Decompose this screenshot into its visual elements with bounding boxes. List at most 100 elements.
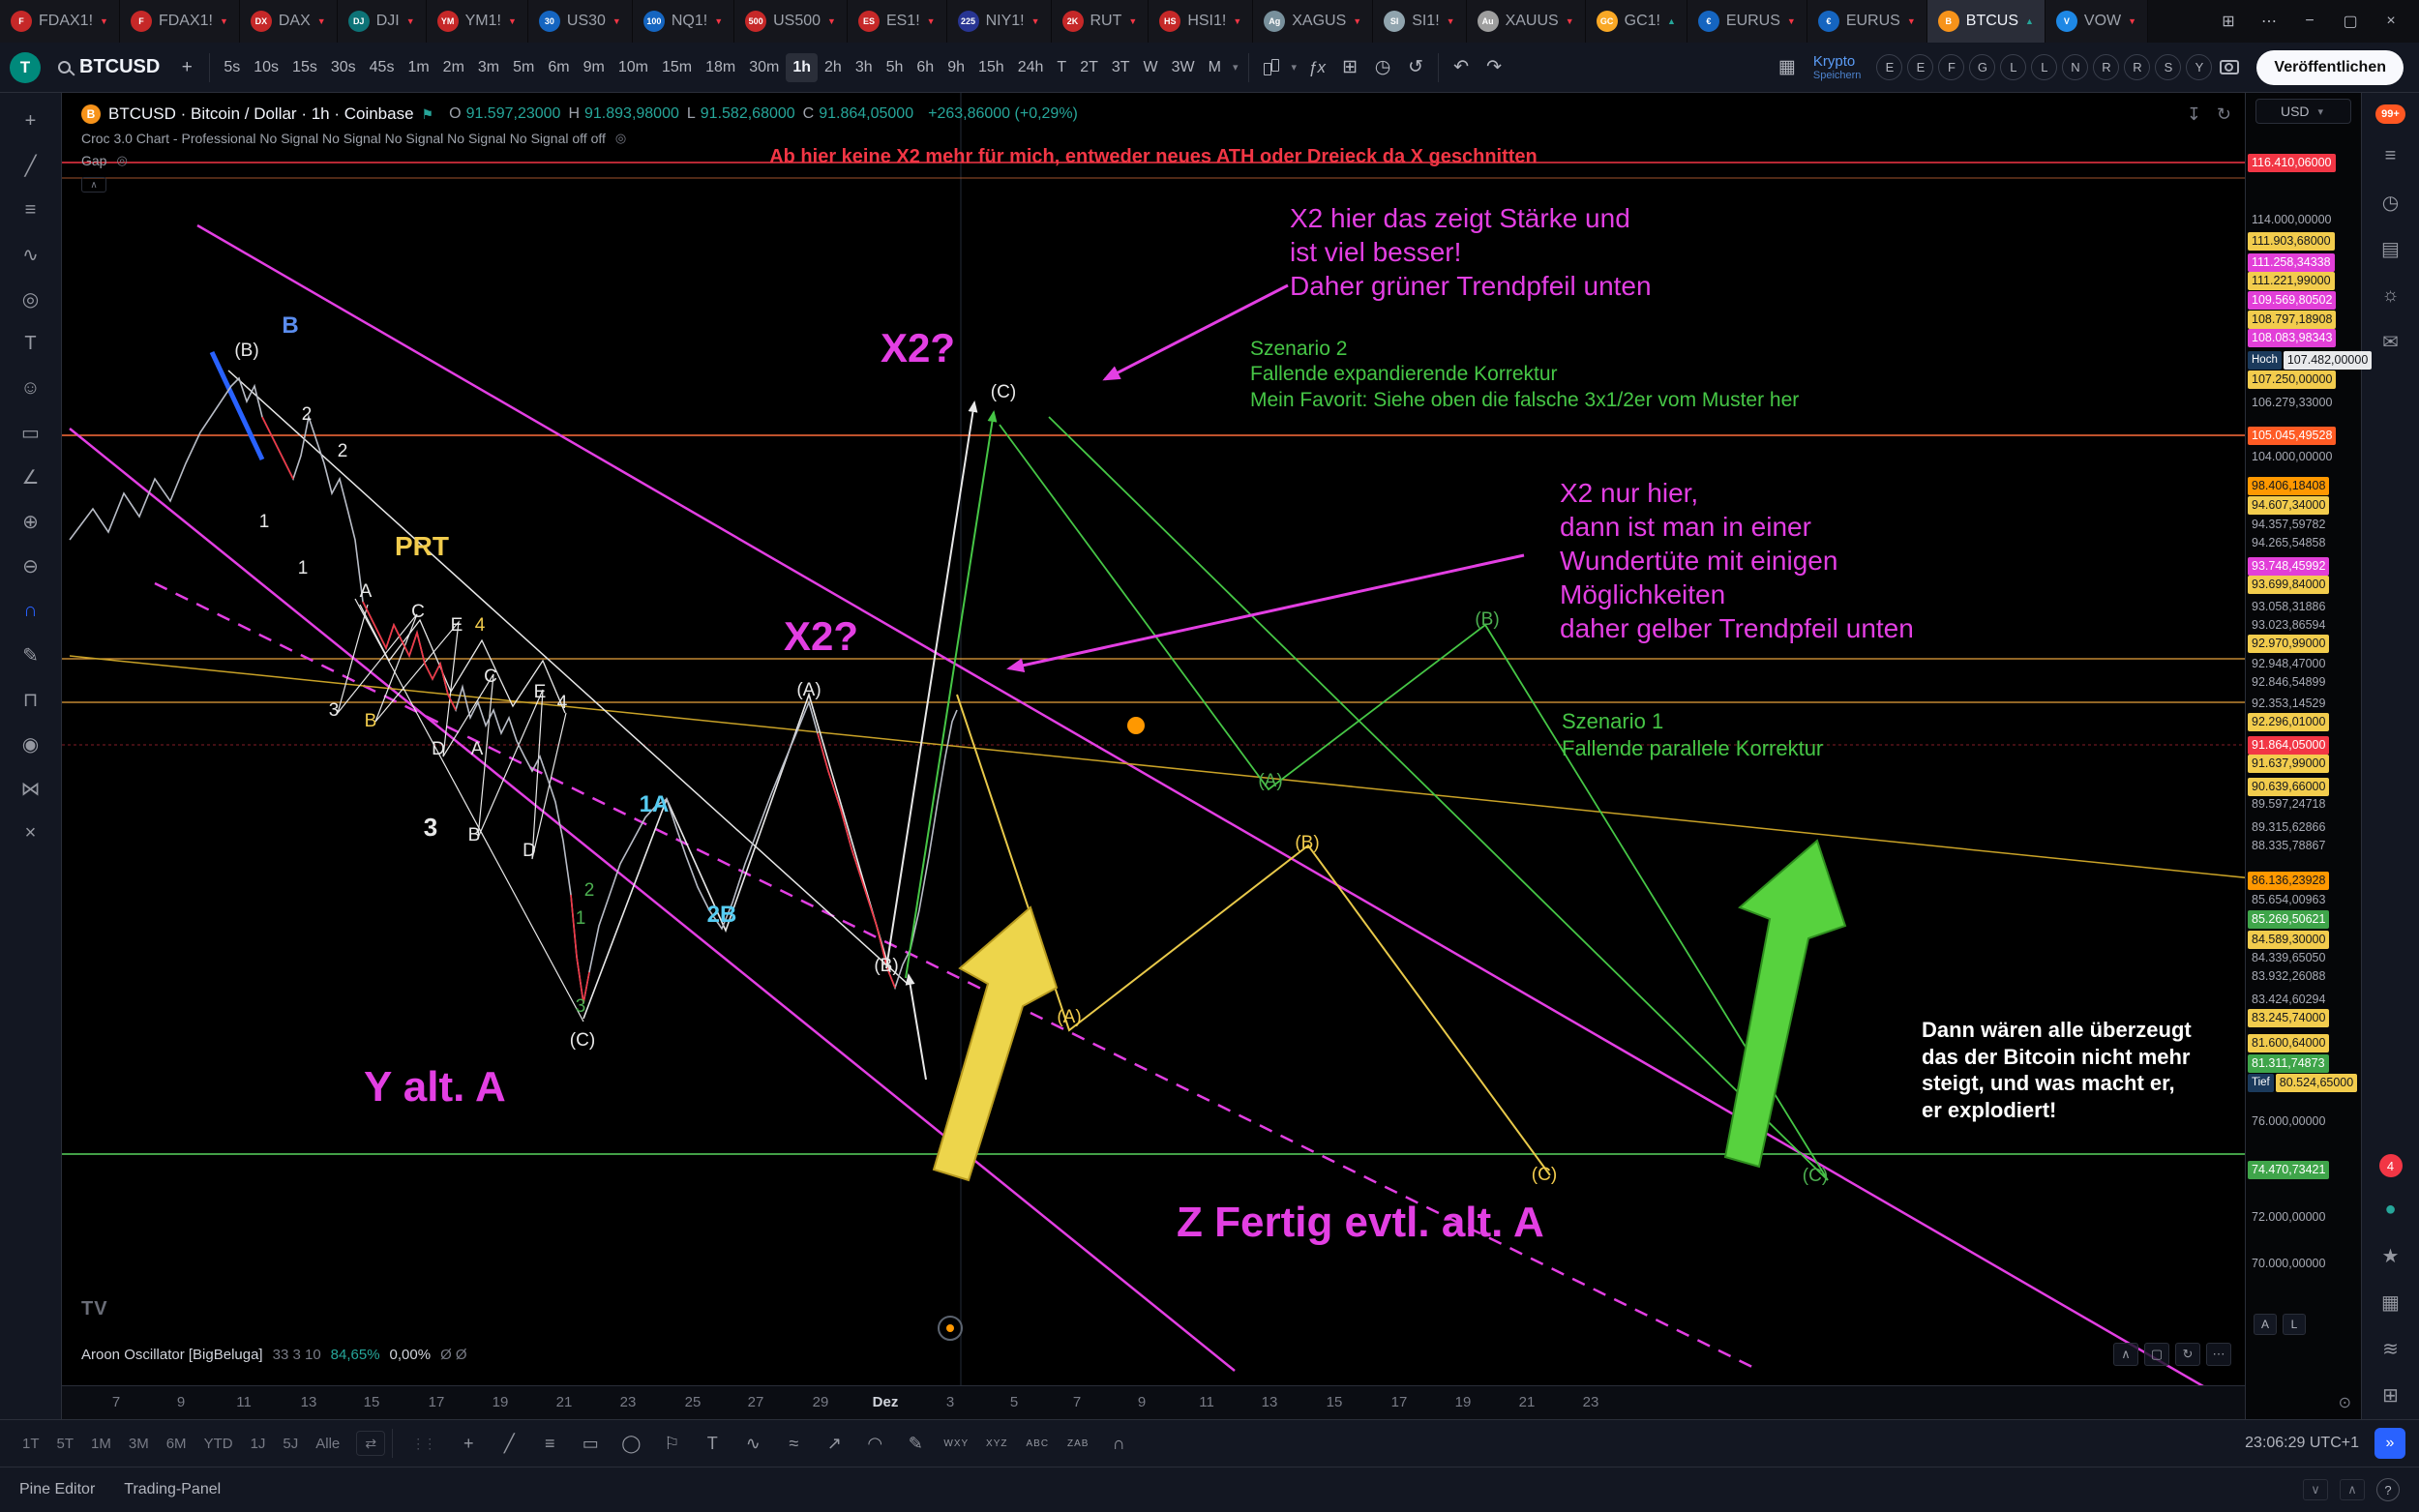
timeframe-10m[interactable]: 10m: [612, 53, 655, 82]
time-label[interactable]: 15: [364, 1394, 380, 1410]
window-minimize-button[interactable]: −: [2289, 4, 2330, 39]
window-panels-button[interactable]: ⊞: [2208, 4, 2249, 39]
wave-zab-tool-icon[interactable]: ZAB: [1058, 1427, 1098, 1460]
object-tree-icon[interactable]: ⋈: [15, 774, 47, 803]
wave-label-c[interactable]: C: [484, 667, 497, 687]
wave-label-b[interactable]: (B): [234, 341, 258, 361]
draw-mode-icon[interactable]: ✎: [15, 640, 47, 669]
range-5t[interactable]: 5T: [48, 1430, 83, 1458]
annotation-note-szenario1[interactable]: Szenario 1Fallende parallele Korrektur: [1562, 708, 1823, 761]
multichart-layout-icon[interactable]: ▦: [1772, 50, 1803, 85]
undo-icon[interactable]: ↶: [1446, 50, 1477, 85]
time-label[interactable]: 17: [1391, 1394, 1408, 1410]
timeframe-30m[interactable]: 30m: [742, 53, 786, 82]
collapse-panel-icon[interactable]: ∨: [2303, 1479, 2328, 1500]
time-label[interactable]: 27: [748, 1394, 764, 1410]
symbol-tab-dax[interactable]: DXDAX▼: [240, 0, 338, 43]
time-label[interactable]: 19: [493, 1394, 509, 1410]
timeframe-2h[interactable]: 2h: [818, 53, 849, 82]
magnet-tool-icon[interactable]: ∩: [1098, 1427, 1139, 1460]
auto-scale-button[interactable]: A: [2254, 1314, 2277, 1335]
time-label[interactable]: 23: [620, 1394, 637, 1410]
curve-tool-icon[interactable]: ◠: [854, 1427, 895, 1460]
time-label[interactable]: 13: [1262, 1394, 1278, 1410]
symbol-tab-si1[interactable]: SISI1!▼: [1373, 0, 1466, 43]
pin-tool-icon[interactable]: ⚐: [651, 1427, 692, 1460]
alerts-icon[interactable]: ◷: [2374, 188, 2407, 217]
layout-tab-g-3[interactable]: G: [1969, 54, 1995, 80]
symbol-tab-xagus[interactable]: AgXAGUS▼: [1253, 0, 1373, 43]
time-label[interactable]: 25: [685, 1394, 702, 1410]
wave-label-2[interactable]: 2: [584, 880, 595, 901]
gap-indicator-title[interactable]: Gap: [81, 153, 106, 168]
layout-tab-y-10[interactable]: Y: [2186, 54, 2212, 80]
visibility-icon[interactable]: ◎: [116, 153, 127, 168]
wave-label-b[interactable]: (B): [874, 956, 898, 976]
fib-tool-icon[interactable]: ≡: [529, 1427, 570, 1460]
pane-button-0[interactable]: ∧: [2113, 1343, 2138, 1366]
symbol-tab-us500[interactable]: 500US500▼: [734, 0, 848, 43]
camera-icon[interactable]: [2214, 50, 2245, 85]
window-close-button[interactable]: ×: [2371, 4, 2411, 39]
layout-tab-n-6[interactable]: N: [2062, 54, 2088, 80]
layout-tab-f-2[interactable]: F: [1938, 54, 1964, 80]
wave-label-c[interactable]: C: [411, 602, 425, 622]
event-marker-icon[interactable]: [1127, 717, 1145, 734]
calendar-icon[interactable]: ▦: [2374, 1288, 2407, 1317]
window-more-button[interactable]: ⋯: [2249, 4, 2289, 39]
help-button[interactable]: ?: [2376, 1478, 2400, 1501]
wave-label-3[interactable]: 3: [329, 700, 340, 721]
timeframe-9m[interactable]: 9m: [577, 53, 612, 82]
price-axis[interactable]: USD ▾ 116.410,06000114.000,00000111.903,…: [2245, 93, 2361, 1419]
wave-label-d[interactable]: D: [432, 739, 445, 759]
collapse-indicators-button[interactable]: ∧: [81, 177, 106, 193]
fib-retracement-icon[interactable]: ≡: [15, 195, 47, 224]
ideas-icon[interactable]: ☼: [2374, 281, 2407, 310]
layout-tab-e-1[interactable]: E: [1907, 54, 1933, 80]
text-icon[interactable]: T: [15, 329, 47, 358]
time-label[interactable]: 15: [1327, 1394, 1343, 1410]
wave-label-2b[interactable]: 2B: [707, 902, 737, 928]
time-label[interactable]: 29: [813, 1394, 829, 1410]
annotation-note-explosion[interactable]: Dann wären alle überzeugtdas der Bitcoin…: [1922, 1017, 2192, 1123]
wave-xyz-tool-icon[interactable]: XYZ: [976, 1427, 1017, 1460]
wave-label-4[interactable]: 4: [475, 615, 486, 636]
symbol-description[interactable]: BTCUSD · Bitcoin / Dollar · 1h · Coinbas…: [108, 104, 414, 124]
arrow-tool-icon[interactable]: ↗: [814, 1427, 854, 1460]
elliott-wave-tool-icon[interactable]: ≈: [773, 1427, 814, 1460]
clock[interactable]: 23:06:29 UTC+1: [2245, 1435, 2359, 1452]
timeframe-t[interactable]: T: [1050, 53, 1073, 82]
layout-tab-l-4[interactable]: L: [2000, 54, 2026, 80]
time-label[interactable]: 9: [177, 1394, 185, 1410]
annotation-label-x2-question-2[interactable]: X2?: [784, 611, 858, 663]
chat-icon[interactable]: ✉: [2374, 327, 2407, 356]
alert-icon[interactable]: ◷: [1367, 50, 1398, 85]
wave-label-c[interactable]: (C): [570, 1030, 595, 1051]
wave-label-b[interactable]: B: [282, 312, 298, 339]
reset-chart-icon[interactable]: ↻: [2217, 104, 2231, 125]
time-label[interactable]: 23: [1583, 1394, 1599, 1410]
time-label[interactable]: 5: [1010, 1394, 1018, 1410]
redo-icon[interactable]: ↷: [1478, 50, 1509, 85]
wave-label-3[interactable]: 3: [576, 996, 586, 1017]
timeframe-w[interactable]: W: [1137, 53, 1165, 82]
wave-label-c[interactable]: (C): [1803, 1166, 1828, 1186]
wave-label-1[interactable]: 1: [298, 558, 309, 578]
trendline-tool-icon[interactable]: ╱: [489, 1427, 529, 1460]
pine-editor-button[interactable]: Pine Editor: [19, 1481, 95, 1498]
yellow-trend-arrow[interactable]: [934, 907, 1057, 1180]
timeframe-3h[interactable]: 3h: [849, 53, 880, 82]
symbol-tab-gc1[interactable]: GCGC1!▲: [1586, 0, 1687, 43]
annotation-label-z-fertig[interactable]: Z Fertig evtl. alt. A: [1177, 1196, 1544, 1249]
timeframe-1m[interactable]: 1m: [401, 53, 435, 82]
wave-label-c[interactable]: (C): [1532, 1165, 1557, 1185]
wave-wxy-tool-icon[interactable]: WXY: [936, 1427, 976, 1460]
time-label[interactable]: 21: [1519, 1394, 1536, 1410]
wave-label-b[interactable]: (B): [1295, 833, 1319, 853]
time-label[interactable]: 19: [1455, 1394, 1472, 1410]
symbol-tab-xauus[interactable]: AuXAUUS▼: [1467, 0, 1586, 43]
wave-abc-tool-icon[interactable]: ABC: [1017, 1427, 1058, 1460]
wave-label-a[interactable]: A: [471, 739, 484, 759]
pane-button-3[interactable]: ⋯: [2206, 1343, 2231, 1366]
wave-label-3[interactable]: 3: [424, 813, 437, 842]
